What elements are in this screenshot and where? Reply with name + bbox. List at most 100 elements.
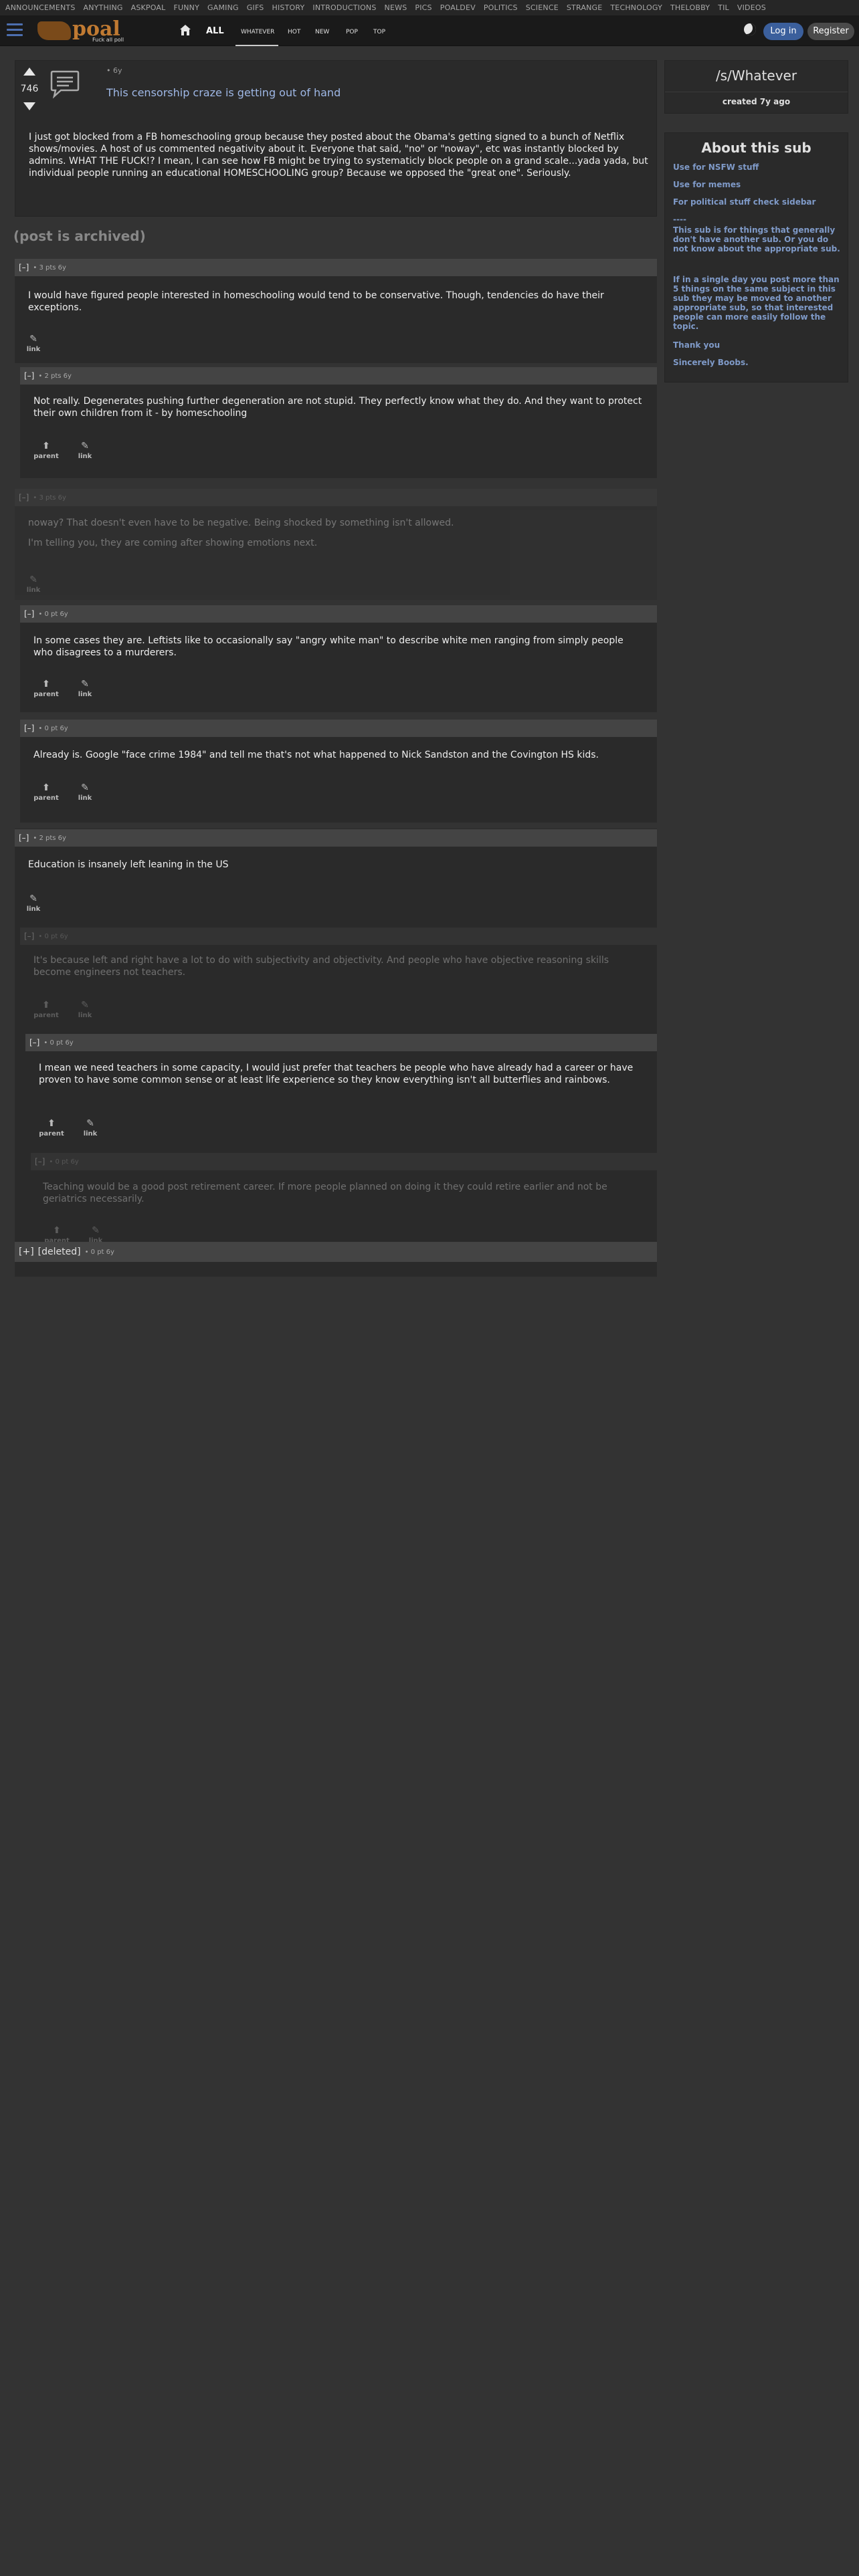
register-button[interactable]: Register: [807, 23, 854, 40]
parent-button[interactable]: ⬆ parent: [27, 782, 66, 802]
hamburger-menu-icon[interactable]: [7, 23, 23, 37]
parent-button[interactable]: ⬆ parent: [27, 1000, 66, 1019]
comment-text: Education is insanely left leaning in th…: [28, 859, 229, 870]
post-title[interactable]: This censorship craze is getting out of …: [106, 86, 341, 99]
top-nav-technology[interactable]: TECHNOLOGY: [610, 3, 662, 12]
top-nav-introductions[interactable]: INTRODUCTIONS: [312, 3, 376, 12]
sub-name[interactable]: /s/Whatever: [665, 68, 848, 84]
expand-toggle[interactable]: [+]: [19, 1247, 34, 1257]
top-nav-anything[interactable]: ANYTHING: [84, 3, 123, 12]
link-icon: ✎: [81, 679, 89, 689]
comment-body: Not really. Degenerates pushing further …: [20, 385, 657, 478]
top-nav-poaldev[interactable]: POALDEV: [440, 3, 476, 12]
top-nav-strange[interactable]: STRANGE: [567, 3, 603, 12]
link-button[interactable]: ✎ link: [66, 441, 104, 460]
link-button[interactable]: ✎ link: [66, 679, 104, 698]
top-nav-science[interactable]: SCIENCE: [526, 3, 559, 12]
tab-new[interactable]: NEW: [315, 29, 329, 35]
comment-text: Not really. Degenerates pushing further …: [33, 396, 642, 419]
link-label: link: [78, 1012, 92, 1019]
top-nav-pics[interactable]: PICS: [415, 3, 432, 12]
parent-label: parent: [33, 453, 59, 460]
link-button[interactable]: ✎ link: [66, 782, 104, 802]
tab-hot[interactable]: HOT: [288, 29, 300, 35]
top-nav-announcements[interactable]: ANNOUNCEMENTS: [5, 3, 76, 12]
link-button[interactable]: ✎ link: [21, 334, 45, 353]
sidebar-line-rule: If in a single day you post more than 5 …: [673, 275, 840, 331]
comment-body: Already is. Google "face crime 1984" and…: [20, 737, 657, 823]
login-button[interactable]: Log in: [763, 23, 803, 40]
top-nav-politics[interactable]: POLITICS: [484, 3, 518, 12]
comment-body: Teaching would be a good post retirement…: [31, 1170, 657, 1251]
parent-button[interactable]: ⬆ parent: [27, 441, 66, 460]
top-nav-gifs[interactable]: GIFS: [247, 3, 264, 12]
collapse-toggle[interactable]: [–]: [19, 493, 29, 502]
collapse-toggle[interactable]: [–]: [19, 263, 29, 272]
link-button[interactable]: ✎ link: [21, 893, 45, 913]
deleted-comment-header: [+] [deleted] • 0 pt 6y: [15, 1242, 657, 1262]
comment-meta: • 0 pt 6y: [49, 1158, 79, 1166]
arrow-up-icon: ⬆: [47, 1118, 56, 1129]
link-button[interactable]: ✎ link: [66, 1000, 104, 1019]
top-nav-news[interactable]: NEWS: [385, 3, 407, 12]
link-button[interactable]: ✎ link: [71, 1118, 110, 1138]
comment-header: [–] • 2 pts 6y: [15, 829, 657, 847]
comment-text-line-2: I'm telling you, they are coming after s…: [28, 538, 318, 548]
nav-all[interactable]: ALL: [206, 26, 224, 36]
top-nav-funny[interactable]: FUNNY: [173, 3, 199, 12]
archived-notice: (post is archived): [13, 228, 146, 244]
sub-created: created 7y ago: [722, 97, 791, 106]
comment-meta: • 3 pts 6y: [33, 263, 66, 272]
comment-meta: • 3 pts 6y: [33, 494, 66, 502]
comment-text: noway? That doesn't even have to be nega…: [28, 518, 454, 528]
parent-button[interactable]: ⬆ parent: [32, 1118, 71, 1138]
deleted-author: [deleted]: [37, 1247, 81, 1257]
top-nav-videos[interactable]: VIDEOS: [737, 3, 766, 12]
comment-meta: • 0 pt 6y: [38, 932, 68, 940]
downvote-arrow-icon[interactable]: [23, 102, 35, 110]
upvote-arrow-icon[interactable]: [23, 68, 35, 76]
top-nav-til[interactable]: TIL: [718, 3, 729, 12]
link-icon: ✎: [86, 1118, 94, 1129]
top-nav-thelobby[interactable]: THELOBBY: [670, 3, 710, 12]
comment-header: [–] • 0 pt 6y: [20, 605, 657, 623]
collapse-toggle[interactable]: [–]: [29, 1038, 39, 1047]
arrow-up-icon: ⬆: [42, 1000, 50, 1010]
site-logo[interactable]: poal Fuck all poll: [37, 17, 131, 43]
tab-pop[interactable]: POP: [346, 29, 358, 35]
sidebar-line-political: For political stuff check sidebar: [673, 197, 816, 207]
comment-text: It's because left and right have a lot t…: [33, 955, 609, 978]
site-header: poal Fuck all poll ALL WHATEVER HOT NEW …: [0, 15, 859, 46]
collapse-toggle[interactable]: [–]: [19, 833, 29, 843]
link-button[interactable]: ✎ link: [21, 574, 45, 594]
collapse-toggle[interactable]: [–]: [24, 932, 34, 941]
comment-meta: • 0 pt 6y: [43, 1039, 74, 1047]
parent-label: parent: [39, 1130, 64, 1138]
sidebar-line-thanks: Thank you: [673, 340, 721, 350]
tab-whatever[interactable]: WHATEVER: [241, 29, 274, 35]
top-nav-history[interactable]: HISTORY: [272, 3, 304, 12]
collapse-toggle[interactable]: [–]: [24, 724, 34, 733]
home-icon[interactable]: [179, 24, 191, 36]
top-nav-gaming[interactable]: GAMING: [207, 3, 239, 12]
parent-label: parent: [33, 794, 59, 802]
link-icon: ✎: [29, 574, 37, 585]
tab-top[interactable]: TOP: [373, 29, 385, 35]
text-post-icon: [50, 70, 80, 99]
parent-label: parent: [33, 691, 59, 698]
arrow-up-icon: ⬆: [42, 782, 50, 793]
link-icon: ✎: [81, 441, 89, 451]
sidebar-line-purpose: This sub is for things that generally do…: [673, 225, 840, 253]
comment-text: Already is. Google "face crime 1984" and…: [33, 750, 599, 760]
theme-toggle-icon[interactable]: [744, 23, 756, 35]
link-label: link: [26, 346, 41, 353]
parent-button[interactable]: ⬆ parent: [27, 679, 66, 698]
post-body: I just got blocked from a FB homeschooli…: [29, 132, 648, 179]
collapse-toggle[interactable]: [–]: [35, 1157, 45, 1166]
comment-text: In some cases they are. Leftists like to…: [33, 635, 624, 658]
comment-header: [–] • 0 pt 6y: [25, 1034, 657, 1051]
collapse-toggle[interactable]: [–]: [24, 609, 34, 619]
top-nav-askpoal[interactable]: ASKPOAL: [131, 3, 166, 12]
comment-header: [–] • 2 pts 6y: [20, 367, 657, 385]
collapse-toggle[interactable]: [–]: [24, 371, 34, 381]
